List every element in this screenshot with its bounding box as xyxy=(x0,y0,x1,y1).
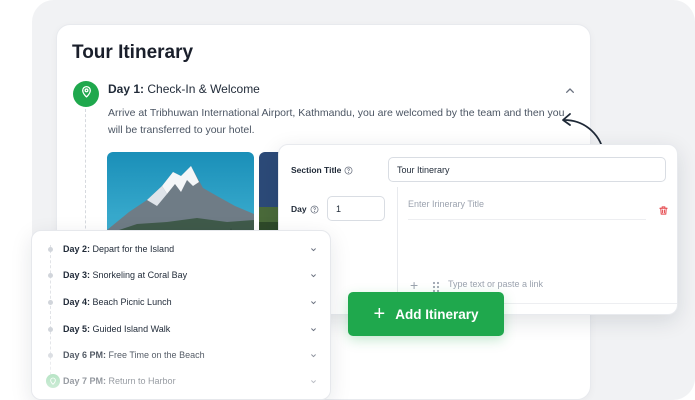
chevron-down-icon[interactable] xyxy=(309,245,318,254)
chevron-down-icon[interactable] xyxy=(309,377,318,386)
timeline-dot xyxy=(48,326,53,332)
section-title-label: Section Title xyxy=(291,165,353,175)
day-1-title: Check-In & Welcome xyxy=(147,82,260,96)
day-number-input[interactable]: 1 xyxy=(327,196,385,221)
list-item[interactable]: Day 2: Depart for the Island xyxy=(32,240,330,258)
plus-icon: + xyxy=(373,303,386,325)
list-item[interactable]: Day 7 PM: Return to Harbor xyxy=(32,372,330,390)
chevron-down-icon[interactable] xyxy=(309,351,318,360)
list-item[interactable]: Day 6 PM: Free Time on the Beach xyxy=(32,346,330,364)
chevron-up-icon[interactable] xyxy=(562,83,578,99)
list-item[interactable]: Day 4: Beach Picnic Lunch xyxy=(32,293,330,311)
plus-icon[interactable]: + xyxy=(410,278,418,292)
section-title-input[interactable]: Tour Itinerary xyxy=(388,157,666,182)
map-pin-icon xyxy=(46,374,60,388)
chevron-down-icon[interactable] xyxy=(309,325,318,334)
drag-handle-icon[interactable] xyxy=(432,280,440,293)
day-1-description: Arrive at Tribhuwan International Airpor… xyxy=(108,107,565,136)
day-marker xyxy=(73,81,99,107)
add-itinerary-button[interactable]: + Add Itinerary xyxy=(348,292,504,336)
list-item[interactable]: Day 3: Snorkeling at Coral Bay xyxy=(32,266,330,284)
day-list-card: Day 2: Depart for the Island Day 3: Snor… xyxy=(31,230,331,400)
fade-overlay xyxy=(32,335,330,399)
content-input[interactable]: Type text or paste a link xyxy=(448,279,543,289)
help-circle-icon[interactable] xyxy=(344,166,353,175)
day-1-header[interactable]: Day 1: Check-In & Welcome xyxy=(108,82,260,96)
add-itinerary-label: Add Itinerary xyxy=(395,306,479,322)
trash-icon[interactable] xyxy=(658,203,669,215)
chevron-down-icon[interactable] xyxy=(309,271,318,280)
timeline-dot xyxy=(48,299,53,305)
timeline-dot xyxy=(48,352,53,358)
day-1-label: Day 1: xyxy=(108,82,145,96)
itinerary-form-card: Section Title Tour Itinerary Day 1 Enter… xyxy=(278,144,678,315)
day-label: Day xyxy=(291,204,319,214)
page-title: Tour Itinerary xyxy=(72,42,194,63)
timeline-dot xyxy=(48,272,53,278)
timeline-dot xyxy=(48,246,53,252)
itinerary-title-input[interactable]: Enter Irinerary Title xyxy=(408,199,484,209)
divider xyxy=(408,219,646,220)
map-pin-icon xyxy=(80,85,93,103)
list-item[interactable]: Day 5: Guided Island Walk xyxy=(32,320,330,338)
chevron-down-icon[interactable] xyxy=(309,298,318,307)
help-circle-icon[interactable] xyxy=(310,205,319,214)
